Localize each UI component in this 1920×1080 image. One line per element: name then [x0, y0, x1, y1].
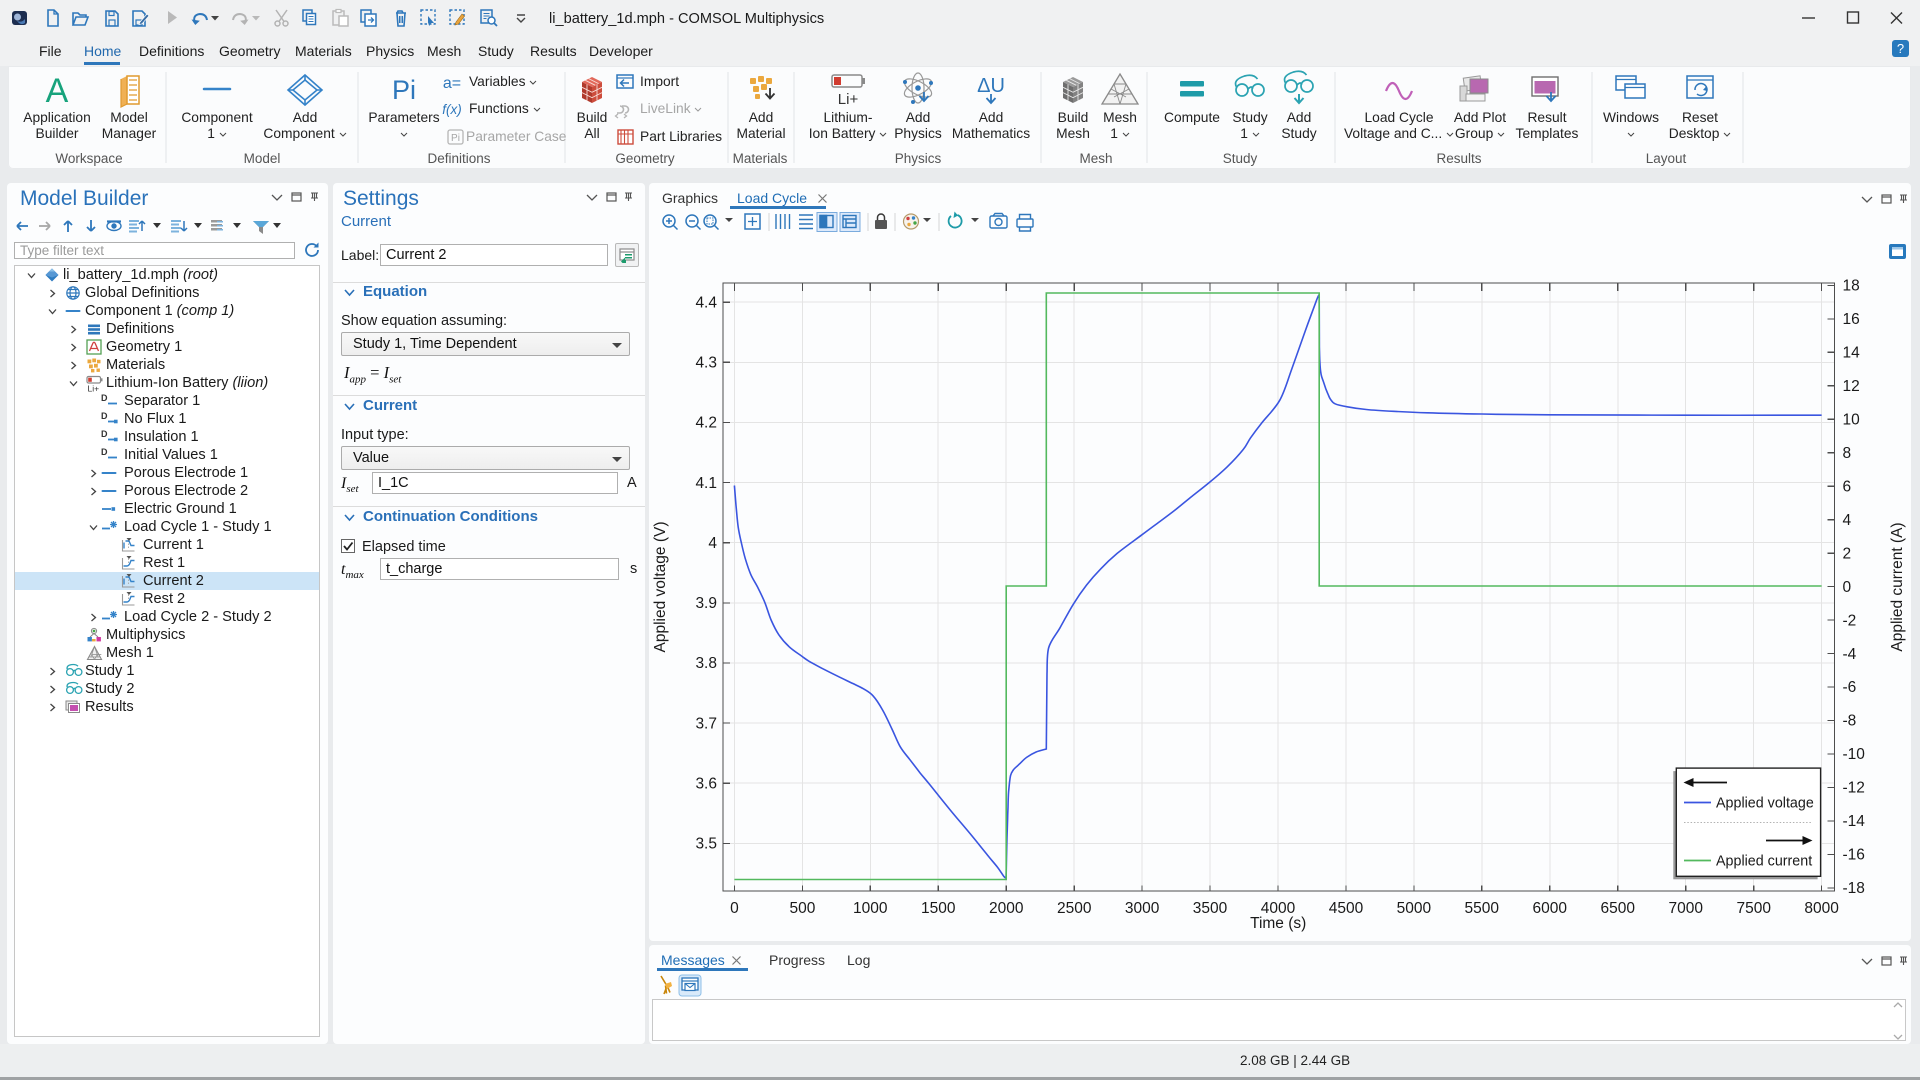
svg-text:3.6: 3.6 [695, 775, 717, 792]
svg-text:Pi: Pi [451, 133, 460, 144]
svg-text:5500: 5500 [1465, 900, 1500, 917]
svg-text:D: D [101, 411, 108, 421]
svg-text:D: D [101, 429, 108, 439]
svg-text:2500: 2500 [1057, 900, 1092, 917]
svg-text:6500: 6500 [1601, 900, 1636, 917]
svg-text:6000: 6000 [1533, 900, 1568, 917]
svg-text:4.2: 4.2 [695, 415, 717, 432]
svg-text:Applied voltage: Applied voltage [1716, 796, 1814, 812]
svg-text:7500: 7500 [1736, 900, 1771, 917]
svg-text:-12: -12 [1843, 780, 1865, 797]
svg-text:5000: 5000 [1397, 900, 1432, 917]
svg-text:Applied current: Applied current [1716, 854, 1812, 870]
svg-text:1500: 1500 [921, 900, 956, 917]
svg-text:7000: 7000 [1668, 900, 1703, 917]
svg-text:16: 16 [1843, 311, 1860, 328]
svg-text:3.9: 3.9 [695, 595, 717, 612]
svg-text:-4: -4 [1843, 646, 1857, 663]
svg-text:3000: 3000 [1125, 900, 1160, 917]
svg-text:-8: -8 [1843, 713, 1857, 730]
svg-text:2: 2 [1843, 545, 1852, 562]
svg-text:18: 18 [1843, 278, 1860, 295]
svg-text:Pi: Pi [392, 75, 416, 105]
svg-text:3.7: 3.7 [695, 715, 717, 732]
svg-text:0: 0 [1843, 579, 1852, 596]
svg-text:2000: 2000 [989, 900, 1024, 917]
svg-text:Li+: Li+ [838, 91, 859, 108]
svg-text:-16: -16 [1843, 847, 1865, 864]
svg-text:4.1: 4.1 [695, 475, 717, 492]
svg-text:14: 14 [1843, 345, 1861, 362]
svg-text:Applied current (A): Applied current (A) [1889, 522, 1906, 651]
svg-text:4500: 4500 [1329, 900, 1364, 917]
svg-text:D: D [101, 447, 108, 457]
svg-text:D: D [101, 393, 108, 403]
svg-text:3.5: 3.5 [695, 836, 717, 853]
svg-text:Applied voltage (V): Applied voltage (V) [652, 522, 669, 653]
svg-text:0: 0 [730, 900, 739, 917]
svg-text:ΔU: ΔU [977, 75, 1005, 97]
svg-text:-18: -18 [1843, 880, 1865, 897]
svg-text:10: 10 [1843, 412, 1861, 429]
svg-text:12: 12 [1843, 378, 1860, 395]
svg-text:li_battery_1d.mph - COMSOL Mul: li_battery_1d.mph - COMSOL Multiphysics [549, 11, 824, 27]
svg-text:-6: -6 [1843, 679, 1857, 696]
svg-text:8000: 8000 [1804, 900, 1839, 917]
svg-text:-10: -10 [1843, 746, 1866, 763]
svg-text:a=: a= [443, 75, 461, 92]
svg-text:6: 6 [1843, 478, 1852, 495]
svg-text:Li+: Li+ [88, 384, 100, 393]
svg-text:500: 500 [789, 900, 815, 917]
svg-text:4: 4 [708, 535, 717, 552]
svg-text:8: 8 [1843, 445, 1852, 462]
svg-text:3500: 3500 [1193, 900, 1228, 917]
svg-text:4.4: 4.4 [695, 294, 717, 311]
svg-text:-2: -2 [1843, 612, 1857, 629]
svg-text:4: 4 [1843, 512, 1852, 529]
svg-text:4.3: 4.3 [695, 355, 717, 372]
svg-text:Time (s): Time (s) [1250, 915, 1306, 932]
svg-text:1000: 1000 [853, 900, 888, 917]
svg-text:3.8: 3.8 [695, 655, 717, 672]
svg-text:-14: -14 [1843, 813, 1866, 830]
svg-text:A: A [46, 72, 69, 110]
